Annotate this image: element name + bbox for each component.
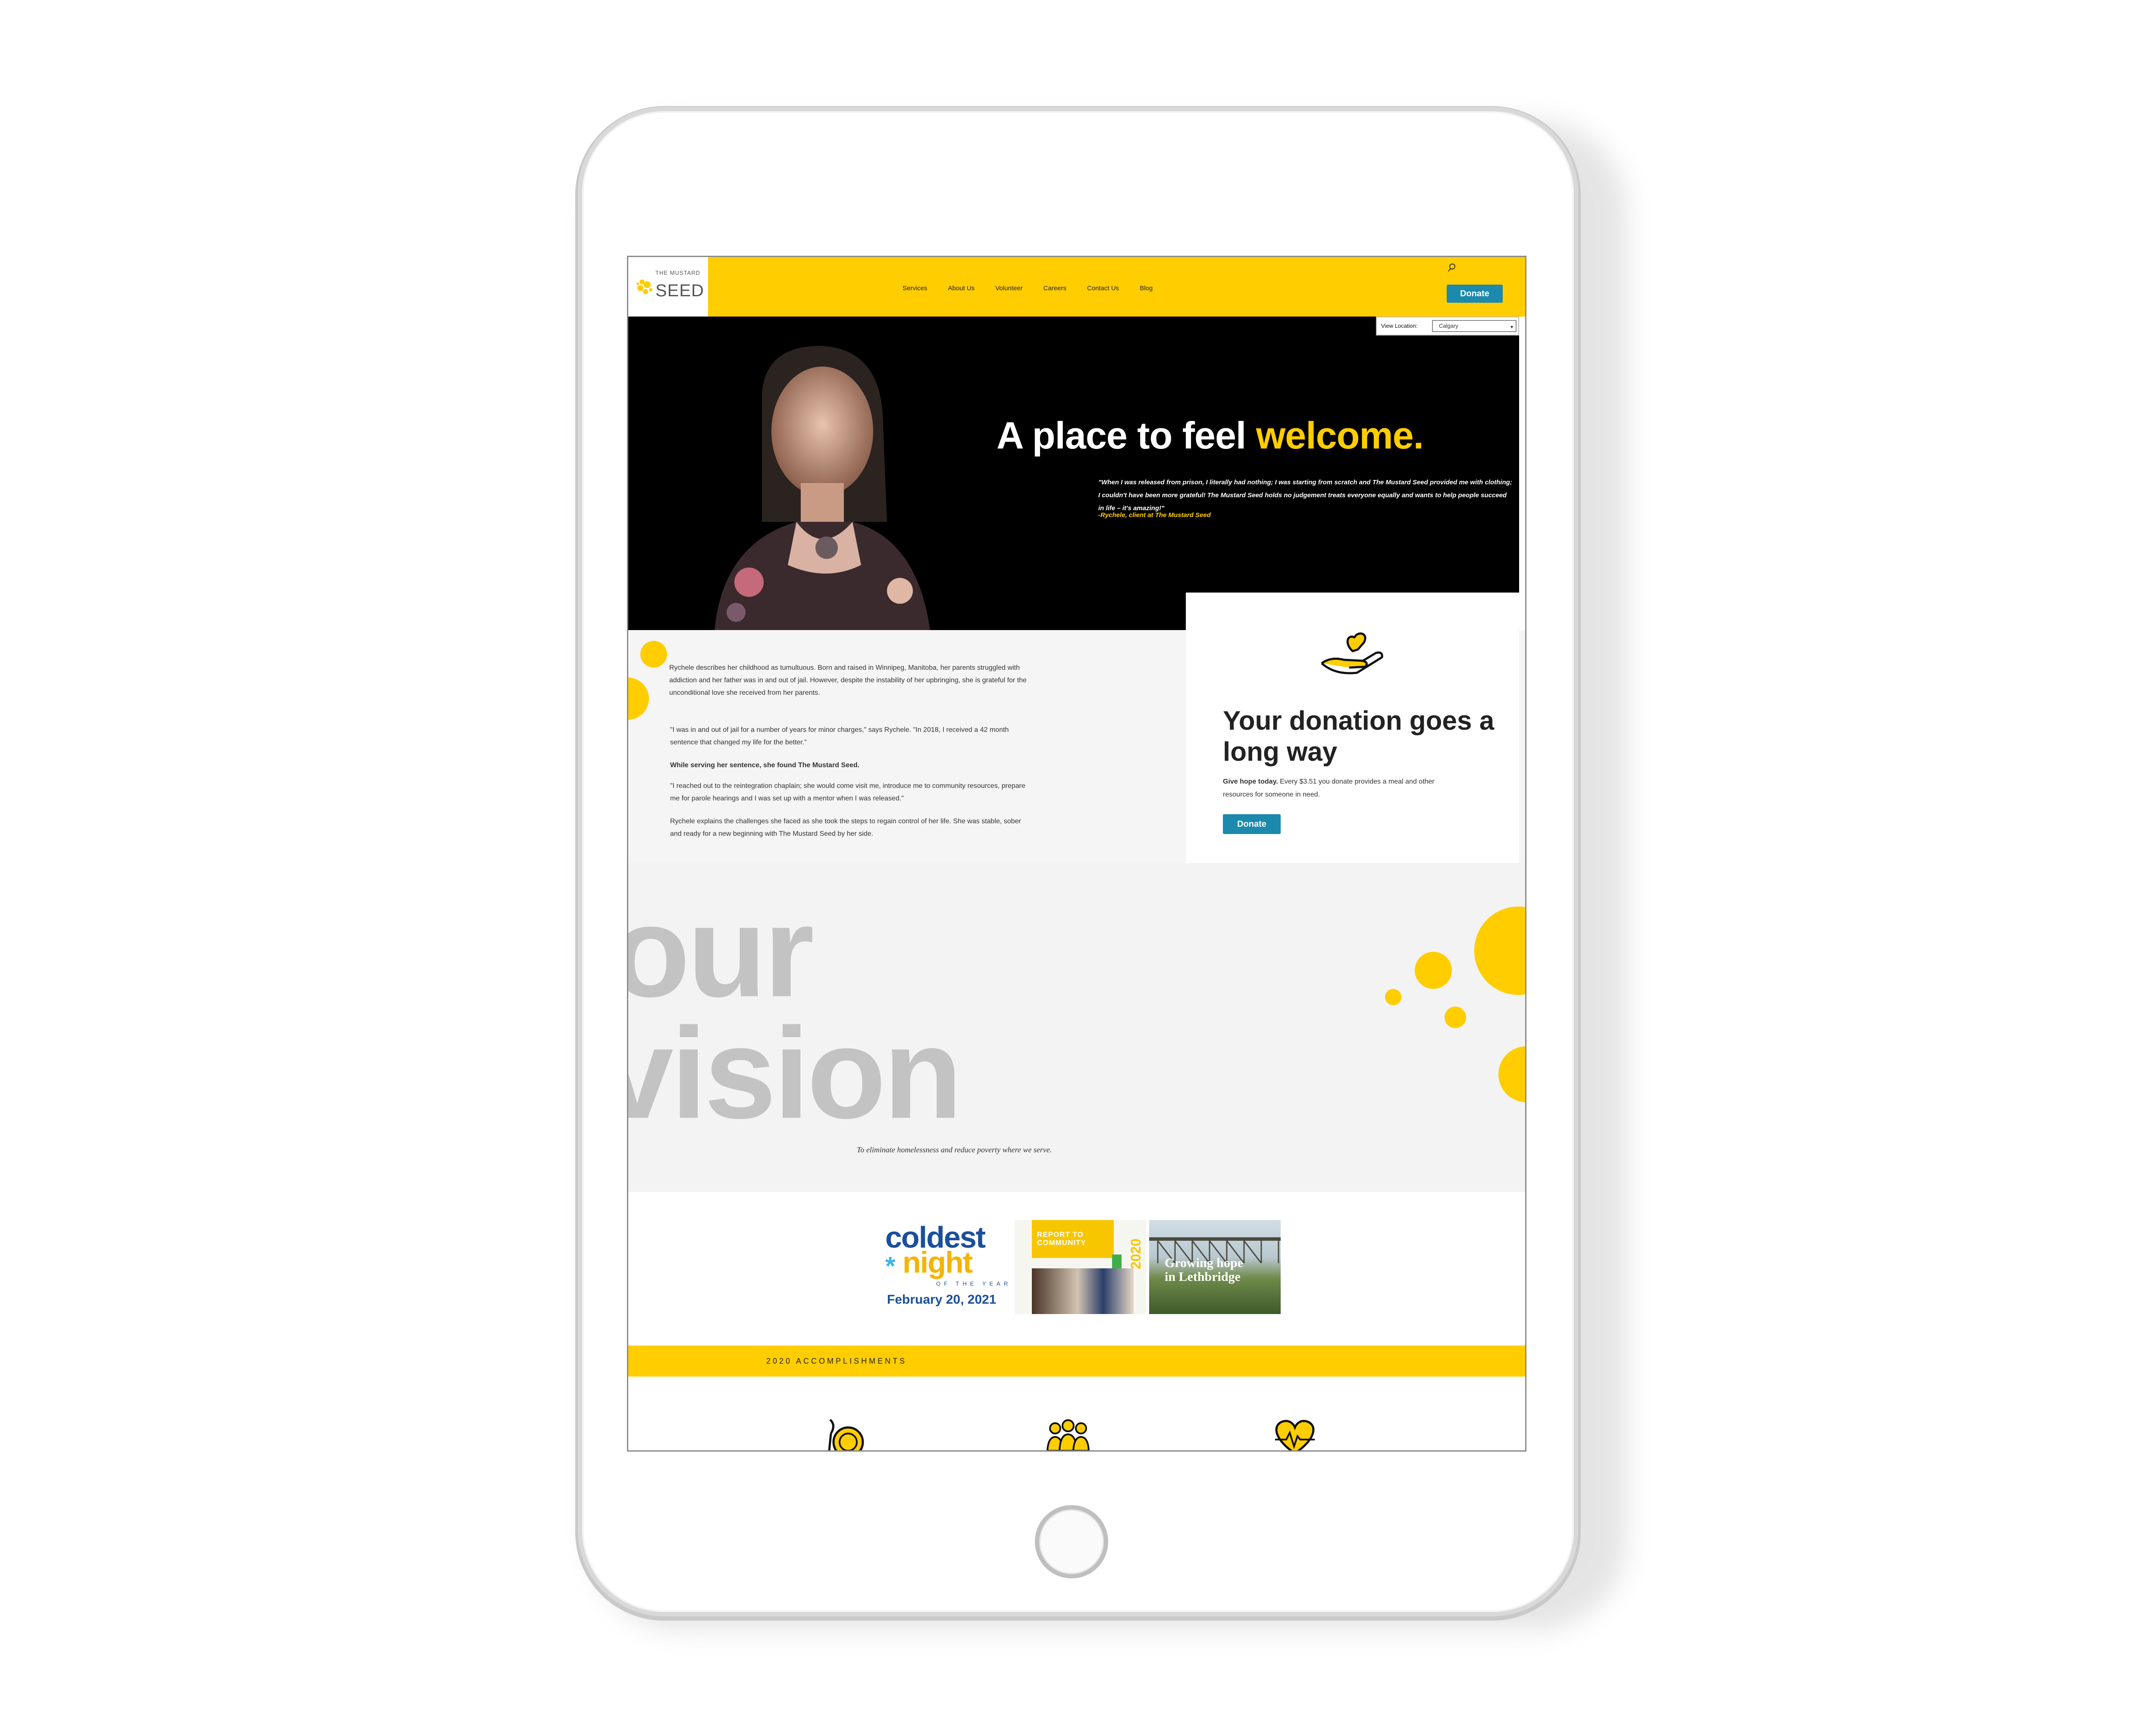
vision-word-vision: vision	[627, 1001, 962, 1145]
hero-banner: A place to feel welcome. "When I was rel…	[628, 317, 1519, 630]
location-selected: Calgary	[1439, 323, 1458, 329]
donation-card: Your donation goes a long way Give hope …	[1186, 593, 1519, 863]
hero-title: A place to feel welcome.	[997, 414, 1424, 458]
search-icon[interactable]	[1447, 261, 1460, 274]
coldest-night-line2: night	[903, 1245, 973, 1279]
decor-dot	[640, 641, 667, 668]
meal-icon	[828, 1419, 864, 1450]
story-paragraph: Rychele describes her childhood as tumul…	[669, 664, 1027, 696]
nav-item-about-us[interactable]: About Us	[948, 285, 975, 292]
story-paragraph: "I was in and out of jail for a number o…	[670, 726, 1009, 746]
donation-text: Give hope today. Every $3.51 you donate …	[1223, 775, 1464, 801]
lethbridge-title: Growing hope in Lethbridge	[1165, 1256, 1243, 1284]
report-photo	[1032, 1268, 1134, 1314]
coldest-night-date: February 20, 2021	[887, 1292, 997, 1307]
tablet-home-button[interactable]	[1035, 1505, 1108, 1578]
promo-growing-hope-lethbridge[interactable]: Growing hope in Lethbridge	[1149, 1220, 1281, 1314]
website-screen: THE MUSTARD SEED Services About Us Volun…	[627, 256, 1526, 1452]
accomplishments-bar: 2020 ACCOMPLISHMENTS	[628, 1346, 1525, 1377]
donation-title: Your donation goes a long way	[1223, 706, 1495, 767]
nav-item-volunteer[interactable]: Volunteer	[995, 285, 1022, 292]
report-title: REPORT TO COMMUNITY	[1037, 1230, 1086, 1247]
lethbridge-line2: in Lethbridge	[1165, 1270, 1241, 1284]
header-donate-button[interactable]: Donate	[1447, 285, 1503, 303]
hero-attribution: -Rychele, client at The Mustard Seed	[1098, 511, 1211, 519]
heart-health-icon	[1275, 1420, 1315, 1450]
story-paragraph: Rychele explains the challenges she face…	[670, 818, 1021, 838]
promo-report-to-community[interactable]: REPORT TO COMMUNITY 2020	[1015, 1220, 1146, 1314]
site-header: THE MUSTARD SEED Services About Us Volun…	[628, 257, 1525, 317]
hero-title-prefix: A place to feel	[997, 414, 1256, 457]
hero-quote: "When I was released from prison, I lite…	[1098, 479, 1512, 512]
location-label: View Location:	[1381, 323, 1418, 329]
hero-title-accent: welcome.	[1256, 414, 1424, 457]
location-select[interactable]: Calgary ▾	[1432, 320, 1517, 332]
people-icon	[1047, 1419, 1090, 1450]
report-title-line2: COMMUNITY	[1037, 1239, 1086, 1247]
donation-lead: Give hope today.	[1223, 778, 1278, 785]
vision-statement: To eliminate homelessness and reduce pov…	[857, 1145, 1052, 1154]
nav-item-services[interactable]: Services	[903, 285, 928, 292]
donation-card-button[interactable]: Donate	[1223, 814, 1281, 834]
coldest-night-sub: OF THE YEAR	[936, 1280, 1012, 1287]
lethbridge-line1: Growing hope	[1165, 1256, 1243, 1270]
heart-in-hand-icon	[1321, 632, 1383, 674]
decor-dot	[1415, 952, 1452, 989]
nav-item-contact-us[interactable]: Contact Us	[1087, 285, 1119, 292]
nav-item-careers[interactable]: Careers	[1044, 285, 1066, 292]
report-year: 2020	[1128, 1238, 1144, 1270]
nav-item-blog[interactable]: Blog	[1140, 285, 1153, 292]
vision-word-our: our	[627, 879, 814, 1024]
promo-coldest-night[interactable]: coldest * night OF THE YEAR February 20,…	[884, 1220, 1016, 1314]
snowflake-icon: *	[885, 1252, 896, 1280]
main-nav: Services About Us Volunteer Careers Cont…	[903, 285, 1153, 292]
logo-text-small: THE MUSTARD	[655, 270, 700, 276]
accomplishments-label: 2020 ACCOMPLISHMENTS	[766, 1357, 907, 1365]
mustard-seed-logo-icon	[636, 279, 652, 294]
hero-portrait-image	[714, 345, 930, 630]
story-paragraph: "I reached out to the reintegration chap…	[670, 782, 1025, 802]
chevron-down-icon: ▾	[1510, 324, 1513, 330]
report-title-line1: REPORT TO	[1037, 1230, 1084, 1239]
location-selector: View Location: Calgary ▾	[1376, 317, 1519, 336]
site-logo[interactable]: THE MUSTARD SEED	[628, 257, 708, 317]
logo-text-big: SEED	[655, 281, 704, 300]
decor-dot	[1385, 989, 1401, 1005]
decor-dot	[1454, 1015, 1465, 1026]
story-paragraph: While serving her sentence, she found Th…	[670, 762, 860, 769]
